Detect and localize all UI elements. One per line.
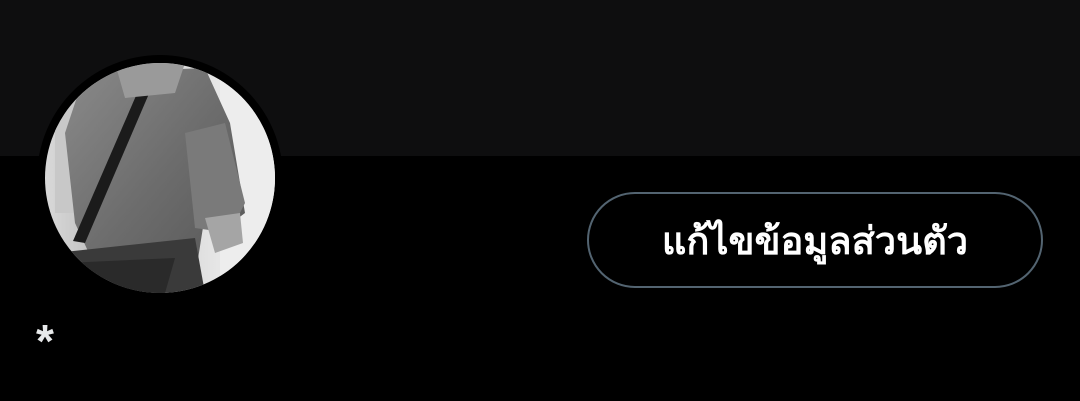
avatar[interactable] [45, 63, 275, 293]
display-name: * [36, 315, 54, 367]
edit-profile-button[interactable]: แก้ไขข้อมูลส่วนตัว [587, 192, 1043, 288]
